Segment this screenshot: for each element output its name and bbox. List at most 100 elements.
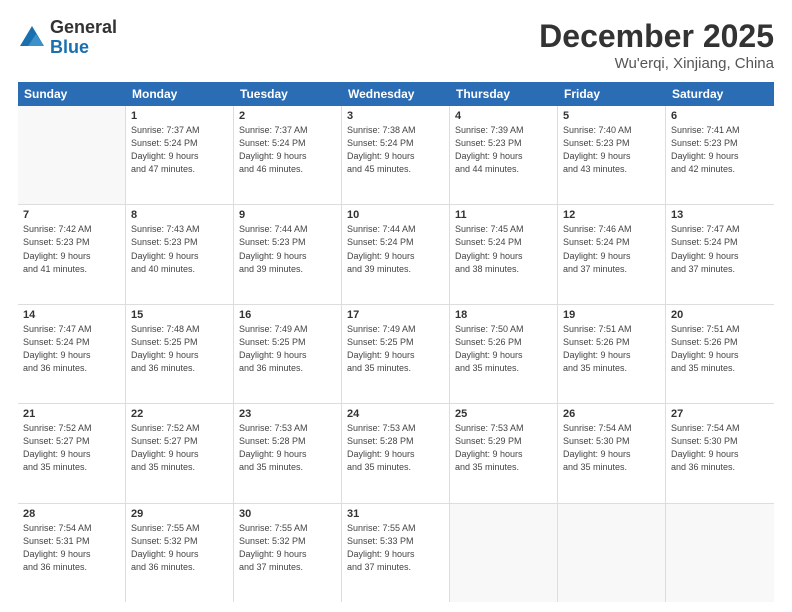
calendar-cell: 15 Sunrise: 7:48 AM Sunset: 5:25 PM Dayli… — [126, 305, 234, 403]
calendar-cell: 17Sunrise: 7:49 AM Sunset: 5:25 PM Dayli… — [342, 305, 450, 403]
logo-text: General Blue — [50, 18, 117, 58]
weekday-header: Tuesday — [234, 82, 342, 106]
day-info: Sunrise: 7:51 AM Sunset: 5:26 PM Dayligh… — [671, 323, 769, 375]
day-info: Sunrise: 7:53 AM Sunset: 5:29 PM Dayligh… — [455, 422, 552, 474]
day-number: 1 — [131, 110, 228, 122]
weekday-header: Monday — [126, 82, 234, 106]
day-number: 9 — [239, 209, 336, 221]
day-info: Sunrise: 7:49 AM Sunset: 5:25 PM Dayligh… — [347, 323, 444, 375]
day-info: Sunrise: 7:51 AM Sunset: 5:26 PM Dayligh… — [563, 323, 660, 375]
calendar-header: SundayMondayTuesdayWednesdayThursdayFrid… — [18, 82, 774, 106]
header: General Blue December 2025 Wu'erqi, Xinj… — [18, 18, 774, 72]
day-info: Sunrise: 7:37 AM Sunset: 5:24 PM Dayligh… — [131, 124, 228, 176]
day-number: 22 — [131, 408, 228, 420]
day-info: Sunrise: 7:55 AM Sunset: 5:32 PM Dayligh… — [239, 522, 336, 574]
day-number: 20 — [671, 309, 769, 321]
calendar-row: 28Sunrise: 7:54 AM Sunset: 5:31 PM Dayli… — [18, 504, 774, 602]
day-number: 5 — [563, 110, 660, 122]
calendar-cell: 7 Sunrise: 7:42 AM Sunset: 5:23 PM Daylig… — [18, 205, 126, 303]
day-info: Sunrise: 7:44 AM Sunset: 5:24 PM Dayligh… — [347, 223, 444, 275]
day-info: Sunrise: 7:52 AM Sunset: 5:27 PM Dayligh… — [131, 422, 228, 474]
calendar-cell: 12Sunrise: 7:46 AM Sunset: 5:24 PM Dayli… — [558, 205, 666, 303]
subtitle: Wu'erqi, Xinjiang, China — [539, 55, 774, 72]
day-info: Sunrise: 7:42 AM Sunset: 5:23 PM Dayligh… — [23, 223, 120, 275]
day-info: Sunrise: 7:55 AM Sunset: 5:32 PM Dayligh… — [131, 522, 228, 574]
calendar-cell: 21Sunrise: 7:52 AM Sunset: 5:27 PM Dayli… — [18, 404, 126, 502]
calendar-cell: 11 Sunrise: 7:45 AM Sunset: 5:24 PM Dayli… — [450, 205, 558, 303]
calendar-cell: 29 Sunrise: 7:55 AM Sunset: 5:32 PM Dayli… — [126, 504, 234, 602]
day-number: 14 — [23, 309, 120, 321]
calendar-cell: 4 Sunrise: 7:39 AM Sunset: 5:23 PM Daylig… — [450, 106, 558, 204]
weekday-header: Saturday — [666, 82, 774, 106]
calendar-cell — [558, 504, 666, 602]
day-info: Sunrise: 7:41 AM Sunset: 5:23 PM Dayligh… — [671, 124, 769, 176]
calendar-cell: 27 Sunrise: 7:54 AM Sunset: 5:30 PM Dayli… — [666, 404, 774, 502]
calendar-cell — [450, 504, 558, 602]
calendar-cell: 24Sunrise: 7:53 AM Sunset: 5:28 PM Dayli… — [342, 404, 450, 502]
calendar-cell: 20 Sunrise: 7:51 AM Sunset: 5:26 PM Dayli… — [666, 305, 774, 403]
day-number: 4 — [455, 110, 552, 122]
day-number: 15 — [131, 309, 228, 321]
day-number: 7 — [23, 209, 120, 221]
calendar-cell: 30Sunrise: 7:55 AM Sunset: 5:32 PM Dayli… — [234, 504, 342, 602]
title-block: December 2025 Wu'erqi, Xinjiang, China — [539, 18, 774, 72]
day-number: 28 — [23, 508, 120, 520]
calendar-cell: 13Sunrise: 7:47 AM Sunset: 5:24 PM Dayli… — [666, 205, 774, 303]
day-info: Sunrise: 7:54 AM Sunset: 5:30 PM Dayligh… — [671, 422, 769, 474]
day-number: 31 — [347, 508, 444, 520]
day-number: 12 — [563, 209, 660, 221]
calendar-cell: 31 Sunrise: 7:55 AM Sunset: 5:33 PM Dayli… — [342, 504, 450, 602]
day-number: 27 — [671, 408, 769, 420]
logo-general-text: General — [50, 18, 117, 38]
day-number: 25 — [455, 408, 552, 420]
logo-icon — [18, 24, 46, 52]
day-number: 6 — [671, 110, 769, 122]
calendar-cell: 10 Sunrise: 7:44 AM Sunset: 5:24 PM Dayli… — [342, 205, 450, 303]
logo-blue-text: Blue — [50, 38, 117, 58]
calendar-row: 1 Sunrise: 7:37 AM Sunset: 5:24 PM Daylig… — [18, 106, 774, 205]
calendar-cell: 9Sunrise: 7:44 AM Sunset: 5:23 PM Daylig… — [234, 205, 342, 303]
calendar-cell: 3Sunrise: 7:38 AM Sunset: 5:24 PM Daylig… — [342, 106, 450, 204]
day-number: 2 — [239, 110, 336, 122]
calendar-cell: 6 Sunrise: 7:41 AM Sunset: 5:23 PM Daylig… — [666, 106, 774, 204]
calendar-cell: 22 Sunrise: 7:52 AM Sunset: 5:27 PM Dayli… — [126, 404, 234, 502]
calendar-cell: 8 Sunrise: 7:43 AM Sunset: 5:23 PM Daylig… — [126, 205, 234, 303]
day-info: Sunrise: 7:43 AM Sunset: 5:23 PM Dayligh… — [131, 223, 228, 275]
calendar-cell: 25 Sunrise: 7:53 AM Sunset: 5:29 PM Dayli… — [450, 404, 558, 502]
day-number: 19 — [563, 309, 660, 321]
calendar-cell — [666, 504, 774, 602]
day-number: 23 — [239, 408, 336, 420]
weekday-header: Friday — [558, 82, 666, 106]
calendar-cell: 14 Sunrise: 7:47 AM Sunset: 5:24 PM Dayli… — [18, 305, 126, 403]
day-number: 11 — [455, 209, 552, 221]
day-number: 8 — [131, 209, 228, 221]
main-title: December 2025 — [539, 18, 774, 55]
day-info: Sunrise: 7:49 AM Sunset: 5:25 PM Dayligh… — [239, 323, 336, 375]
day-info: Sunrise: 7:47 AM Sunset: 5:24 PM Dayligh… — [23, 323, 120, 375]
calendar-cell: 1 Sunrise: 7:37 AM Sunset: 5:24 PM Daylig… — [126, 106, 234, 204]
day-number: 29 — [131, 508, 228, 520]
weekday-header: Thursday — [450, 82, 558, 106]
day-number: 3 — [347, 110, 444, 122]
day-info: Sunrise: 7:55 AM Sunset: 5:33 PM Dayligh… — [347, 522, 444, 574]
calendar-cell — [18, 106, 126, 204]
calendar-row: 7 Sunrise: 7:42 AM Sunset: 5:23 PM Daylig… — [18, 205, 774, 304]
calendar-body: 1 Sunrise: 7:37 AM Sunset: 5:24 PM Daylig… — [18, 106, 774, 602]
day-info: Sunrise: 7:39 AM Sunset: 5:23 PM Dayligh… — [455, 124, 552, 176]
weekday-header: Wednesday — [342, 82, 450, 106]
calendar-row: 14 Sunrise: 7:47 AM Sunset: 5:24 PM Dayli… — [18, 305, 774, 404]
calendar: SundayMondayTuesdayWednesdayThursdayFrid… — [18, 82, 774, 602]
calendar-cell: 23 Sunrise: 7:53 AM Sunset: 5:28 PM Dayli… — [234, 404, 342, 502]
day-info: Sunrise: 7:45 AM Sunset: 5:24 PM Dayligh… — [455, 223, 552, 275]
day-info: Sunrise: 7:48 AM Sunset: 5:25 PM Dayligh… — [131, 323, 228, 375]
calendar-cell: 19 Sunrise: 7:51 AM Sunset: 5:26 PM Dayli… — [558, 305, 666, 403]
day-info: Sunrise: 7:40 AM Sunset: 5:23 PM Dayligh… — [563, 124, 660, 176]
page: General Blue December 2025 Wu'erqi, Xinj… — [0, 0, 792, 612]
day-number: 18 — [455, 309, 552, 321]
day-info: Sunrise: 7:54 AM Sunset: 5:30 PM Dayligh… — [563, 422, 660, 474]
day-info: Sunrise: 7:53 AM Sunset: 5:28 PM Dayligh… — [239, 422, 336, 474]
day-number: 21 — [23, 408, 120, 420]
day-number: 10 — [347, 209, 444, 221]
day-number: 16 — [239, 309, 336, 321]
calendar-cell: 28Sunrise: 7:54 AM Sunset: 5:31 PM Dayli… — [18, 504, 126, 602]
